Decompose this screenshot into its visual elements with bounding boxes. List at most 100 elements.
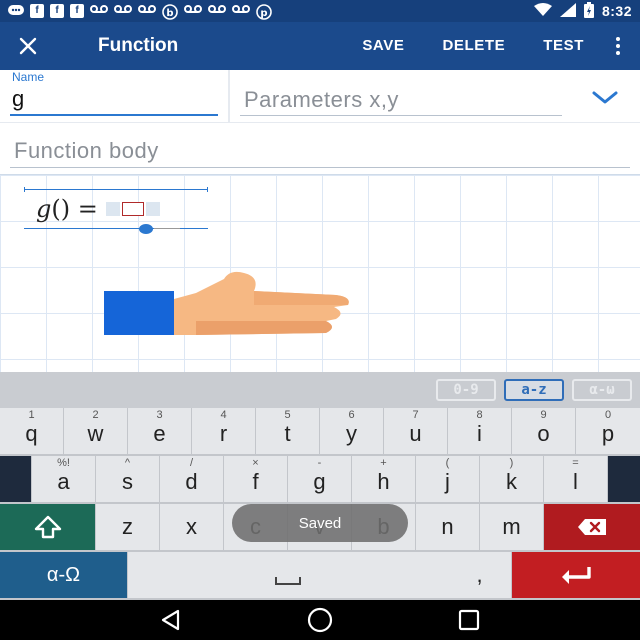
key-f[interactable]: × f — [224, 456, 288, 502]
function-body-input[interactable] — [10, 134, 630, 168]
function-form: Name — [0, 70, 640, 174]
formula-editor[interactable]: g() = — [0, 174, 640, 372]
placeholder-slot[interactable] — [105, 202, 120, 216]
key-label: p — [601, 421, 615, 446]
placeholder-slots[interactable] — [105, 202, 160, 216]
mode-greek-button[interactable]: α-ω — [572, 379, 632, 401]
shift-icon — [34, 515, 61, 539]
key-q[interactable]: 1q — [0, 408, 64, 454]
svg-text:p: p — [260, 8, 267, 19]
key-j[interactable]: (j — [416, 456, 480, 502]
b-icon: b — [162, 4, 178, 20]
close-button[interactable] — [0, 22, 56, 70]
key-a[interactable]: %! a — [32, 456, 96, 502]
home-button[interactable] — [300, 600, 340, 640]
shift-key[interactable] — [0, 504, 96, 550]
name-label: Name — [12, 70, 45, 84]
voicemail-icon — [114, 4, 132, 18]
key-label: m — [502, 514, 521, 539]
key-s[interactable]: ^ s — [96, 456, 160, 502]
greek-mode-key[interactable]: α-Ω — [0, 552, 128, 598]
backspace-icon — [578, 519, 606, 535]
key-label: n — [441, 514, 454, 539]
voicemail-icon — [184, 4, 202, 18]
key-l[interactable]: = l — [544, 456, 608, 502]
key-e[interactable]: 3e — [128, 408, 192, 454]
key-label: s — [122, 469, 133, 494]
placeholder-slot[interactable] — [145, 202, 160, 216]
key-w[interactable]: 2w — [64, 408, 128, 454]
notification-icons: f f f b p — [8, 4, 272, 20]
keyboard-row-1: 1q 2w 3e 4r 5t 6y 7u 8i 9o 0p — [0, 408, 640, 454]
key-o[interactable]: 9o — [512, 408, 576, 454]
formula-equals: = — [70, 195, 98, 223]
key-z[interactable]: z — [96, 504, 160, 550]
key-label: f — [252, 469, 259, 494]
key-secondary-label: = — [572, 457, 579, 469]
formula-function-name: g — [36, 195, 52, 223]
key-k[interactable]: ) k — [480, 456, 544, 502]
key-r[interactable]: 4r — [192, 408, 256, 454]
key-secondary-label: + — [380, 457, 387, 469]
key-d[interactable]: / d — [160, 456, 224, 502]
backspace-key[interactable] — [544, 504, 640, 550]
key-u[interactable]: 7u — [384, 408, 448, 454]
name-input[interactable] — [10, 84, 218, 116]
key-secondary-label: 0 — [604, 409, 612, 421]
key-label: , — [476, 562, 483, 587]
active-placeholder-slot[interactable] — [121, 202, 144, 216]
key-secondary-label: ) — [509, 457, 514, 469]
key-secondary-label: - — [317, 457, 322, 469]
comma-key[interactable]: , — [448, 552, 512, 598]
key-x[interactable]: x — [160, 504, 224, 550]
key-secondary-label: 1 — [28, 409, 35, 421]
key-label: y — [346, 421, 357, 446]
signal-icon — [559, 2, 576, 20]
delete-button[interactable]: DELETE — [430, 22, 517, 70]
parameters-input[interactable] — [240, 84, 562, 116]
enter-key[interactable] — [512, 552, 640, 598]
key-g[interactable]: -g — [288, 456, 352, 502]
space-key[interactable] — [128, 552, 448, 598]
wifi-icon — [533, 2, 552, 20]
parameters-dropdown-button[interactable] — [590, 88, 620, 108]
divider — [228, 70, 230, 122]
key-secondary-label: %! — [57, 457, 70, 469]
formula-box[interactable]: g() = — [24, 187, 208, 234]
back-button[interactable] — [151, 600, 191, 640]
thumbs-up-icon — [104, 269, 356, 346]
voicemail-icon — [232, 4, 250, 18]
key-i[interactable]: 8i — [448, 408, 512, 454]
mode-0-9-button[interactable]: 0-9 — [436, 379, 496, 401]
key-t[interactable]: 5t — [256, 408, 320, 454]
key-label: t — [284, 421, 291, 446]
key-p[interactable]: 0p — [576, 408, 640, 454]
home-icon — [307, 607, 333, 633]
key-h[interactable]: + h — [352, 456, 416, 502]
key-m[interactable]: m — [480, 504, 544, 550]
key-label: h — [377, 469, 390, 494]
navigation-bar — [0, 600, 640, 640]
pinterest-icon: p — [256, 4, 272, 20]
key-label: q — [25, 421, 38, 446]
mode-a-z-button[interactable]: a-z — [504, 379, 564, 401]
key-n[interactable]: n — [416, 504, 480, 550]
test-button[interactable]: TEST — [531, 22, 596, 70]
key-label: i — [477, 421, 482, 446]
key-label: u — [409, 421, 422, 446]
save-button[interactable]: SAVE — [350, 22, 416, 70]
cursor-handle[interactable] — [139, 224, 153, 234]
voicemail-icon — [90, 4, 108, 18]
dot-icon — [616, 37, 620, 41]
key-secondary-label: / — [189, 457, 194, 469]
key-label: j — [445, 469, 450, 494]
key-secondary-label: 9 — [540, 409, 547, 421]
overflow-menu-button[interactable] — [596, 22, 640, 70]
chevron-down-icon — [592, 91, 618, 104]
page-title: Function — [98, 35, 179, 56]
voicemail-icon — [138, 4, 156, 18]
key-label: e — [153, 421, 166, 446]
recents-button[interactable] — [449, 600, 489, 640]
key-y[interactable]: 6y — [320, 408, 384, 454]
keyboard-edge — [608, 456, 640, 502]
